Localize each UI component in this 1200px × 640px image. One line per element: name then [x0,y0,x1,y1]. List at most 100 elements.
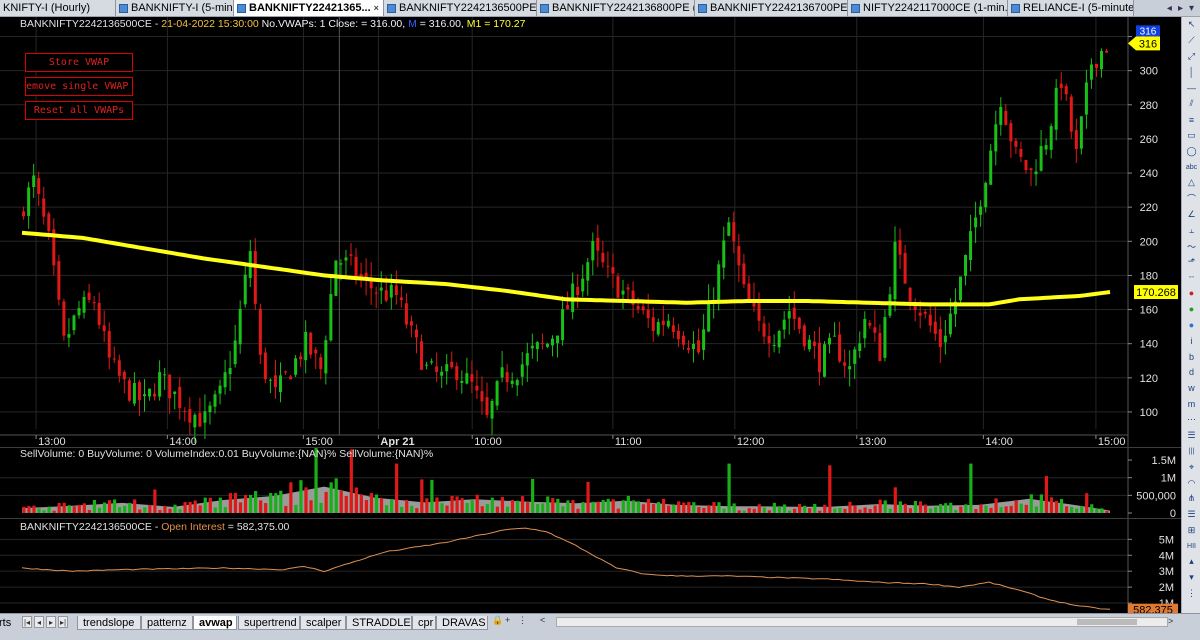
sheet-tab[interactable]: avwap [193,616,237,630]
arc2-icon[interactable]: ◠ [1182,475,1200,491]
sheet-add-icon[interactable]: + [505,615,510,625]
volume-bar [359,494,363,513]
tab-next-icon[interactable]: ▸ [1178,3,1183,14]
remove-single-vwap-button[interactable]: Remove single VWAP [25,77,133,96]
sheet-tab[interactable]: scalper [300,616,346,630]
open-interest-pane[interactable]: 5M4M3M2M1M582,375 BANKNIFTY2242136500CE … [0,519,1181,613]
hh-icon[interactable]: HII [1182,538,1200,554]
candle-body [1034,171,1038,175]
horizontal-line-icon[interactable]: — [1182,80,1200,96]
document-tab[interactable]: BANKNIFTY2242136500PE (... [384,0,537,16]
sheet-menu-icon[interactable]: ⋮ [518,615,527,626]
text-icon[interactable]: abc [1182,159,1200,175]
candle-body [838,334,842,362]
cursor-icon[interactable]: ⌖ [1182,459,1200,475]
store-vwap-button[interactable]: Store VWAP [25,53,133,72]
candle-body [989,150,993,185]
volume-bar [561,506,565,513]
dots-icon[interactable]: ⋯ [1182,412,1200,428]
vwap-tag-text: 170.268 [1136,287,1176,299]
scroll-left-icon[interactable]: < [540,615,545,625]
triangle-icon[interactable]: △ [1182,175,1200,191]
price-pane[interactable]: 32030028026024022020018016014012010013:0… [0,17,1181,447]
scroll-right-icon[interactable]: > [1168,616,1173,626]
chart-doc-icon [540,3,549,13]
sheet-tab[interactable]: trendslope [77,616,141,630]
prev-sheet-icon[interactable]: ◂ [34,616,44,628]
volume-bar [656,502,661,513]
candle-body [485,397,489,416]
lock-icon[interactable]: 🔒 [492,615,503,626]
scroll-up-icon[interactable]: ▴ [1182,554,1200,570]
volume-pane[interactable]: 1.5M 1M 500,000 0 SellVolume: 0 BuyVolume: … [0,448,1181,518]
close-icon[interactable]: × [374,3,379,13]
candle-body [621,290,625,295]
volume-bar [757,504,761,513]
sheet-tab[interactable]: cpr [412,616,436,630]
sheet-tab[interactable]: STRADDLE [346,616,412,630]
scroll-down-icon[interactable]: ▾ [1182,570,1200,586]
price-tick-label: 160 [1140,305,1158,317]
candle-body [948,313,952,335]
document-tab[interactable]: NIFTY2242117000CE (1-min... [848,0,1008,16]
arc-icon[interactable]: ⌒ [1182,191,1200,207]
candle-body [294,358,298,375]
pane-splitter[interactable] [0,518,1181,519]
arrow-up-icon[interactable]: ⬏ [1182,254,1200,270]
line-icon[interactable]: ⟋ [1182,33,1200,49]
document-tab[interactable]: BANKNIFTY22421365... × [234,0,384,16]
bold-icon[interactable]: b [1182,349,1200,365]
pointer-icon[interactable]: ↖ [1182,17,1200,33]
separator-icon[interactable]: ┈ [1182,270,1200,286]
document-tab[interactable]: BANKNIFTY2242136700PE (... [695,0,848,16]
info-icon[interactable]: i [1182,333,1200,349]
ray-icon[interactable]: ⤢ [1182,49,1200,65]
first-sheet-icon[interactable]: |◂ [22,616,32,628]
ellipse-icon[interactable]: ◯ [1182,143,1200,159]
reset-all-vwaps-button[interactable]: Reset all VWAPs [25,101,133,120]
candle-body [611,267,615,274]
document-tab[interactable]: KNIFTY-I (Hourly) [0,0,116,16]
m-icon[interactable]: m [1182,396,1200,412]
volume-bar [329,482,333,513]
andrews-icon[interactable]: ⫠ [1182,222,1200,238]
open-interest-chart[interactable]: 5M4M3M2M1M582,375 [0,519,1181,613]
candle-body [702,329,706,350]
ruler-icon[interactable]: ⊞ [1182,523,1200,539]
pane-splitter[interactable] [0,447,1181,448]
list-icon[interactable]: ☰ [1182,507,1200,523]
sheet-tab[interactable]: supertrend [238,616,300,630]
last-sheet-icon[interactable]: ▸| [58,616,68,628]
stop-icon[interactable]: ● [1182,286,1200,302]
magnet-icon[interactable]: ⋔ [1182,491,1200,507]
italic-icon[interactable]: d [1182,365,1200,381]
vertical-line-icon[interactable]: │ [1182,64,1200,80]
channel-icon[interactable]: ⫽ [1182,96,1200,112]
tab-prev-icon[interactable]: ◂ [1167,3,1172,14]
grid-icon[interactable]: ☰ [1182,428,1200,444]
sheet-tab[interactable]: rts [0,616,14,630]
sheet-tab[interactable]: DRAVAS [436,616,488,630]
tab-menu-icon[interactable]: ▾ [1189,3,1194,14]
price-tick-label: 100 [1140,407,1158,419]
wave-icon[interactable]: w [1182,380,1200,396]
buy-icon[interactable]: ● [1182,301,1200,317]
scrollbar-thumb[interactable] [1077,619,1137,625]
bars-icon[interactable]: ||| [1182,444,1200,460]
volume-bar [1009,505,1013,513]
volume-bar [546,496,550,513]
sheet-tab[interactable]: patternz [141,616,193,630]
document-tab[interactable]: RELIANCE-I (5-minute) [1008,0,1134,16]
fibonacci-icon[interactable]: ≡ [1182,112,1200,128]
document-tab[interactable]: BANKNIFTY2242136800PE (... [537,0,695,16]
gann-icon[interactable]: ∠ [1182,207,1200,223]
more-icon[interactable]: ⋮ [1182,586,1200,602]
sell-icon[interactable]: ● [1182,317,1200,333]
candle-body [656,322,660,335]
next-sheet-icon[interactable]: ▸ [46,616,56,628]
zigzag-icon[interactable]: 〜 [1182,238,1200,254]
rectangle-icon[interactable]: ▭ [1182,128,1200,144]
horizontal-scrollbar[interactable] [556,617,1168,627]
document-tab[interactable]: BANKNIFTY-I (5-minute) [116,0,234,16]
price-chart[interactable]: 32030028026024022020018016014012010013:0… [0,17,1181,447]
